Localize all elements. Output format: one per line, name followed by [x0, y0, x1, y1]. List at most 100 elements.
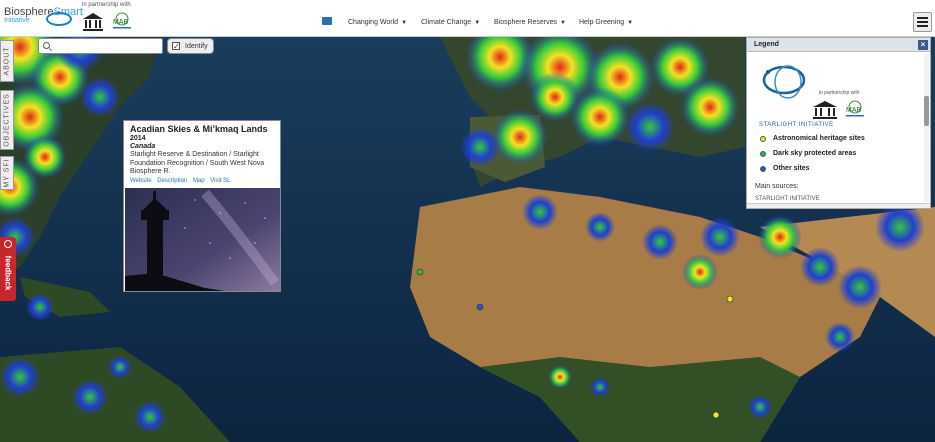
- light-pollution-blob: [108, 355, 132, 379]
- light-pollution-blob: [700, 217, 740, 257]
- light-pollution-blob: [748, 395, 772, 419]
- legend-item-label: Dark sky protected areas: [773, 150, 857, 157]
- mab-logo-icon: MAB: [113, 12, 131, 29]
- light-pollution-blob: [838, 265, 882, 309]
- site-marker[interactable]: [712, 411, 720, 419]
- legend-title: Legend: [754, 41, 779, 48]
- light-pollution-blob: [492, 109, 548, 165]
- light-pollution-blob: [134, 401, 166, 433]
- caret-down-icon: ▼: [560, 20, 566, 26]
- tab-label: ABOUT: [3, 46, 11, 76]
- nav-help-greening[interactable]: Help Greening ▼: [579, 19, 633, 26]
- popup-links: Website Description Map Visit SL: [130, 178, 235, 184]
- nav-label: Changing World: [348, 19, 399, 26]
- visit-sl-link[interactable]: Visit SL: [210, 178, 230, 184]
- starlight-logo-label: STARLIGHT INITIATIVE: [759, 122, 834, 128]
- menu-bar: [917, 17, 928, 19]
- nav-label: Climate Change: [421, 19, 472, 26]
- brand-subtitle: Initiative: [4, 17, 30, 24]
- top-navigation-bar: BiosphereSmart Initiative in partnership…: [0, 0, 935, 37]
- feedback-label: feedback: [3, 255, 13, 291]
- light-pollution-blob: [26, 293, 54, 321]
- nav-biosphere-reserves[interactable]: Biosphere Reserves ▼: [494, 19, 566, 26]
- legend-partnership-label: in partnership with: [819, 90, 860, 96]
- unesco-logo-icon: [813, 101, 837, 119]
- identify-label: Identify: [185, 43, 208, 50]
- light-pollution-blob: [680, 77, 740, 137]
- light-pollution-blob: [0, 357, 40, 397]
- legend-item-label: Astronomical heritage sites: [773, 135, 865, 142]
- menu-button[interactable]: [913, 12, 932, 32]
- legend-bottom-scrollbar[interactable]: [747, 203, 930, 208]
- green-dot-icon: [760, 151, 766, 157]
- light-pollution-blob: [590, 377, 610, 397]
- tab-label: MY SFI: [3, 158, 11, 188]
- light-pollution-blob: [460, 127, 500, 167]
- site-marker[interactable]: [416, 268, 424, 276]
- identify-checkbox[interactable]: ✓: [172, 42, 180, 51]
- scrollbar-thumb[interactable]: [924, 96, 929, 126]
- site-marker[interactable]: [726, 295, 734, 303]
- search-field[interactable]: [38, 38, 163, 54]
- site-marker[interactable]: [476, 303, 484, 311]
- close-icon[interactable]: ×: [918, 40, 928, 50]
- light-pollution-blob: [625, 102, 675, 152]
- light-pollution-blob: [80, 77, 120, 117]
- legend-panel: Legend × STARLIGHT INITIATIVE in partner…: [746, 37, 931, 209]
- light-pollution-blob: [522, 194, 558, 230]
- site-info-popup: Acadian Skies & Mi’kmaq Lands 2014 Canad…: [123, 120, 281, 292]
- mail-icon[interactable]: [322, 17, 332, 25]
- biosphere-smart-logo-icon: [46, 12, 72, 26]
- light-pollution-blob: [800, 247, 840, 287]
- light-pollution-blob: [23, 135, 67, 179]
- popup-title: Acadian Skies & Mi’kmaq Lands: [130, 124, 268, 134]
- legend-item-label: Other sites: [773, 165, 810, 172]
- blue-dot-icon: [760, 166, 766, 172]
- nav-climate-change[interactable]: Climate Change ▼: [421, 19, 480, 26]
- menu-bar: [917, 21, 928, 23]
- light-pollution-blob: [530, 72, 580, 122]
- light-pollution-blob: [758, 215, 802, 259]
- objectives-tab[interactable]: OBJECTIVES: [0, 90, 14, 150]
- popup-country: Canada: [130, 143, 156, 150]
- light-pollution-blob: [548, 365, 572, 389]
- menu-bar: [917, 25, 928, 27]
- popup-year: 2014: [130, 135, 146, 142]
- website-link[interactable]: Website: [130, 178, 152, 184]
- lighthouse-night-photo: [125, 188, 280, 291]
- light-pollution-blob: [875, 202, 925, 252]
- sources-label: Main sources:: [755, 183, 799, 190]
- light-pollution-blob: [585, 212, 615, 242]
- identify-toggle[interactable]: ✓ Identify: [167, 38, 214, 54]
- caret-down-icon: ▼: [401, 20, 408, 26]
- search-icon: [43, 42, 50, 49]
- light-pollution-blob: [682, 254, 718, 290]
- partnership-label: in partnership with: [82, 2, 131, 8]
- description-link[interactable]: Description: [157, 178, 187, 184]
- nav-changing-world[interactable]: Changing World ▼: [348, 19, 407, 26]
- nav-label: Biosphere Reserves: [494, 19, 558, 26]
- feedback-tab[interactable]: feedback: [0, 237, 16, 301]
- caret-down-icon: ▼: [474, 20, 481, 26]
- search-input[interactable]: [53, 40, 158, 52]
- light-pollution-blob: [72, 379, 108, 415]
- sources-first: STARLIGHT INITIATIVE: [755, 196, 820, 202]
- tab-label: OBJECTIVES: [3, 93, 11, 147]
- feedback-icon: [4, 240, 12, 248]
- yellow-dot-icon: [760, 136, 766, 142]
- map-link[interactable]: Map: [193, 178, 205, 184]
- unesco-logo-icon: [83, 13, 103, 31]
- svg-text:MAB: MAB: [113, 19, 129, 26]
- mab-logo-icon: MAB: [846, 100, 864, 117]
- light-pollution-blob: [825, 322, 855, 352]
- legend-scrollbar[interactable]: [924, 54, 929, 202]
- caret-down-icon: ▼: [627, 20, 634, 26]
- nav-label: Help Greening: [579, 19, 625, 26]
- my-sfi-tab[interactable]: MY SFI: [0, 156, 14, 190]
- light-pollution-blob: [642, 224, 678, 260]
- legend-header: Legend ×: [747, 38, 930, 52]
- svg-text:MAB: MAB: [846, 107, 862, 114]
- starlight-logo-icon: [762, 65, 806, 99]
- popup-description: Starlight Reserve & Destination / Starli…: [130, 151, 265, 175]
- about-tab[interactable]: ABOUT: [0, 40, 14, 82]
